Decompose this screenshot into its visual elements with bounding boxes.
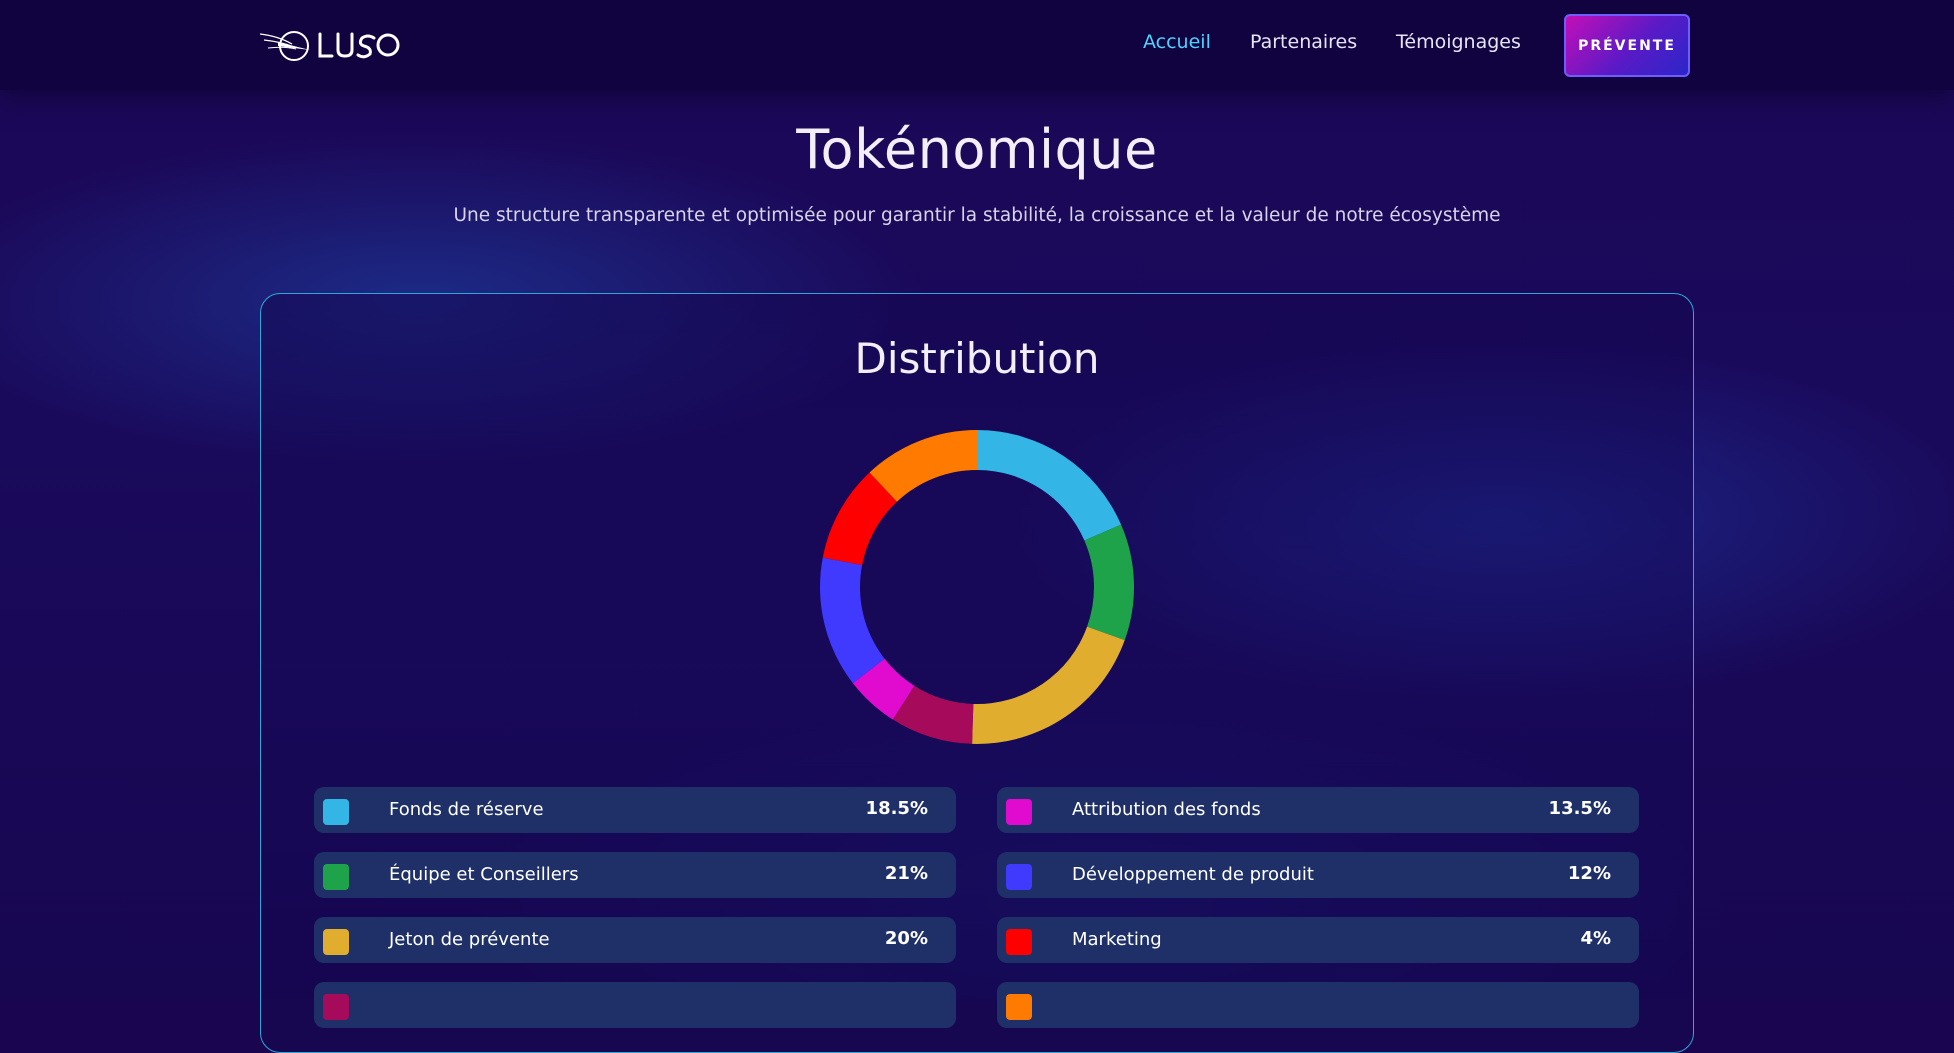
luso-logo[interactable] xyxy=(258,22,408,64)
legend-swatch xyxy=(323,864,349,890)
nav-link-accueil[interactable]: Accueil xyxy=(1143,31,1211,53)
legend-value: 20% xyxy=(884,928,928,949)
legend-swatch xyxy=(323,994,349,1020)
legend-item-jeton-de-prevente: Jeton de prévente 20% xyxy=(314,917,956,963)
legend-value: 4% xyxy=(1580,928,1611,949)
legend-swatch xyxy=(1006,799,1032,825)
legend-swatch xyxy=(323,929,349,955)
legend-item-marketing: Marketing 4% xyxy=(997,917,1639,963)
legend-swatch xyxy=(1006,864,1032,890)
distribution-donut-chart xyxy=(820,430,1134,744)
nav-link-temoignages[interactable]: Témoignages xyxy=(1396,31,1521,53)
legend-item-attribution-des-fonds: Attribution des fonds 13.5% xyxy=(997,787,1639,833)
presale-button[interactable]: PRÉVENTE xyxy=(1564,14,1690,77)
legend-swatch xyxy=(323,799,349,825)
legend-label: Jeton de prévente xyxy=(389,929,550,950)
top-navbar: Accueil Partenaires Témoignages PRÉVENTE xyxy=(0,0,1954,90)
page-subtitle: Une structure transparente et optimisée … xyxy=(453,205,1501,226)
donut-slice-cyan xyxy=(977,430,1122,541)
legend-swatch xyxy=(1006,929,1032,955)
legend-value: 21% xyxy=(884,863,928,884)
distribution-title: Distribution xyxy=(854,334,1100,383)
legend-label: Marketing xyxy=(1072,929,1162,950)
legend-item-developpement-de-produit: Développement de produit 12% xyxy=(997,852,1639,898)
nav-link-partenaires[interactable]: Partenaires xyxy=(1250,31,1357,53)
legend-item-equipe-et-conseillers: Équipe et Conseillers 21% xyxy=(314,852,956,898)
legend-item-partial-left xyxy=(314,982,956,1028)
legend-label: Développement de produit xyxy=(1072,864,1314,885)
legend-value: 18.5% xyxy=(865,798,928,819)
donut-slice-blue xyxy=(820,557,885,684)
legend-label: Attribution des fonds xyxy=(1072,799,1261,820)
legend-value: 13.5% xyxy=(1548,798,1611,819)
legend-value: 12% xyxy=(1567,863,1611,884)
donut-slice-yellow xyxy=(972,626,1125,744)
legend-swatch xyxy=(1006,994,1032,1020)
legend-label: Équipe et Conseillers xyxy=(389,864,579,885)
page-title: Tokénomique xyxy=(796,118,1158,181)
legend-item-partial-right xyxy=(997,982,1639,1028)
legend-item-fonds-de-reserve: Fonds de réserve 18.5% xyxy=(314,787,956,833)
legend-label: Fonds de réserve xyxy=(389,799,544,820)
donut-slice-green xyxy=(1084,524,1134,641)
